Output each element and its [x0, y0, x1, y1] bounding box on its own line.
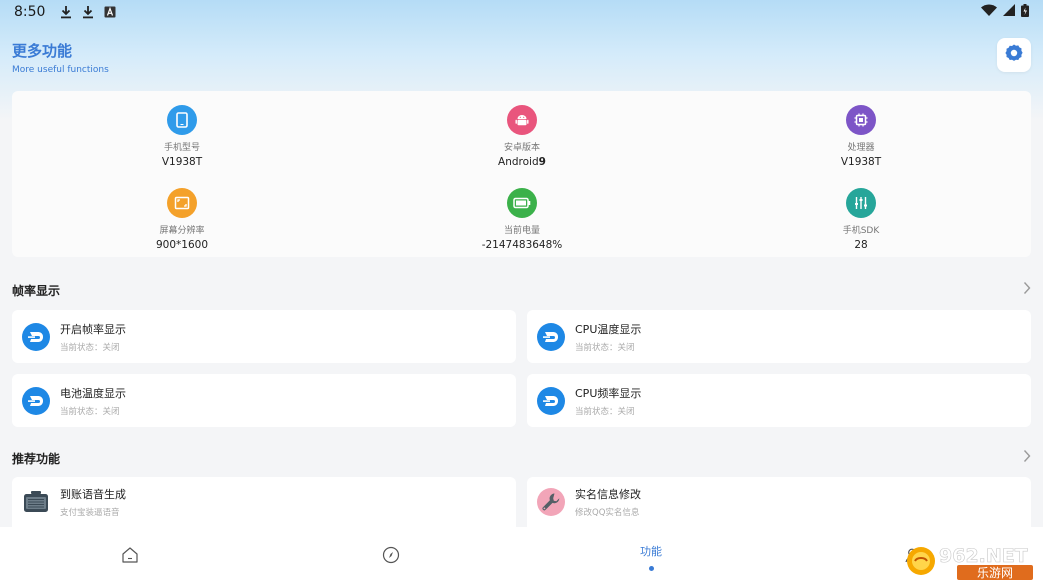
card-status: 当前状态：关闭 — [575, 342, 635, 353]
section-title-recommended: 推荐功能 — [12, 452, 61, 466]
page-title: 更多功能 — [12, 42, 73, 60]
status-bar: 8:50 — [0, 0, 1043, 24]
card-cpu-temp[interactable]: CPU温度显示 当前状态：关闭 — [527, 310, 1031, 363]
chevron-right-icon[interactable] — [1023, 281, 1031, 299]
nav-discover[interactable] — [341, 527, 441, 587]
chip-icon — [846, 105, 876, 135]
card-status: 当前状态：关闭 — [60, 342, 120, 353]
watermark-logo: 962.NET 乐游网 — [905, 540, 1035, 582]
nav-functions-label: 功能 — [640, 545, 662, 558]
card-payment-voice[interactable]: 到账语音生成 支付宝装逼语音 — [12, 477, 516, 527]
wifi-icon — [981, 4, 997, 20]
card-fps-toggle[interactable]: 开启帧率显示 当前状态：关闭 — [12, 310, 516, 363]
info-label: 手机SDK — [842, 226, 880, 236]
dash-icon — [22, 386, 50, 415]
android-version-number: 9 — [538, 156, 546, 168]
bottom-nav: 功能 — [0, 527, 1043, 587]
battery-status-icon — [1021, 3, 1029, 21]
page-header: 更多功能 More useful functions — [12, 40, 109, 75]
info-phone-model: 手机型号 V1938T — [82, 105, 282, 168]
device-info-panel: 手机型号 V1938T 安卓版本 Android9 处理器 V1938T 屏幕分… — [12, 91, 1031, 257]
phone-icon — [167, 105, 197, 135]
info-value: V1938T — [840, 156, 882, 168]
wrench-icon — [537, 488, 565, 516]
card-text: CPU频率显示 当前状态：关闭 — [575, 385, 641, 417]
card-status: 当前状态：关闭 — [575, 406, 635, 417]
gear-icon — [1004, 43, 1024, 67]
download-icon — [59, 4, 73, 20]
info-label: 屏幕分辨率 — [159, 226, 205, 236]
info-value: 900*1600 — [155, 239, 208, 251]
compass-icon — [382, 546, 400, 568]
dash-icon — [537, 386, 565, 415]
nav-home[interactable] — [80, 527, 180, 587]
radio-icon — [22, 488, 50, 516]
battery-icon — [507, 188, 537, 218]
svg-text:962.NET: 962.NET — [939, 545, 1028, 567]
android-icon — [507, 105, 537, 135]
download-icon — [81, 4, 95, 20]
chevron-right-icon[interactable] — [1023, 449, 1031, 467]
card-title: CPU温度显示 — [575, 322, 642, 336]
card-cpu-frequency[interactable]: CPU频率显示 当前状态：关闭 — [527, 374, 1031, 427]
card-realname-edit[interactable]: 实名信息修改 修改QQ实名信息 — [527, 477, 1031, 527]
home-icon — [121, 546, 139, 568]
card-title: 电池温度显示 — [60, 386, 126, 400]
info-label: 手机型号 — [163, 143, 200, 153]
card-battery-temp[interactable]: 电池温度显示 当前状态：关闭 — [12, 374, 516, 427]
info-value: Android9 — [422, 156, 622, 168]
card-title: 开启帧率显示 — [60, 322, 126, 336]
card-title: CPU频率显示 — [575, 386, 642, 400]
info-battery-level: 当前电量 -2147483648% — [422, 188, 622, 251]
card-status: 支付宝装逼语音 — [60, 508, 120, 518]
android-text: Android — [498, 156, 539, 168]
card-status: 当前状态：关闭 — [60, 406, 120, 417]
sliders-icon — [846, 188, 876, 218]
info-processor: 处理器 V1938T — [761, 105, 961, 168]
card-title: 实名信息修改 — [575, 488, 641, 501]
info-label: 当前电量 — [503, 226, 540, 236]
settings-button[interactable] — [997, 38, 1031, 72]
card-text: 到账语音生成 支付宝装逼语音 — [60, 486, 126, 518]
info-value: -2147483648% — [481, 239, 563, 251]
card-status: 修改QQ实名信息 — [575, 508, 640, 518]
nav-functions[interactable]: 功能 — [601, 527, 701, 587]
svg-text:乐游网: 乐游网 — [977, 566, 1013, 580]
status-right — [981, 3, 1029, 21]
signal-icon — [1003, 4, 1015, 20]
info-label: 处理器 — [847, 143, 875, 153]
info-label: 安卓版本 — [503, 143, 540, 153]
info-screen-resolution: 屏幕分辨率 900*1600 — [82, 188, 282, 251]
info-value: V1938T — [161, 156, 203, 168]
keyboard-a-icon — [103, 4, 117, 20]
active-indicator-dot — [648, 566, 654, 571]
info-phone-sdk: 手机SDK 28 — [761, 188, 961, 251]
status-time: 8:50 — [14, 4, 46, 20]
card-text: 电池温度显示 当前状态：关闭 — [60, 385, 126, 417]
dash-icon — [537, 322, 565, 351]
page-subtitle: More useful functions — [12, 65, 109, 75]
dash-icon — [22, 322, 50, 351]
card-text: 实名信息修改 修改QQ实名信息 — [575, 486, 641, 518]
card-title: 到账语音生成 — [60, 488, 126, 501]
section-title-frame-rate: 帧率显示 — [12, 284, 61, 298]
info-value: 28 — [854, 239, 868, 251]
card-text: CPU温度显示 当前状态：关闭 — [575, 321, 641, 353]
screen-resolution-icon — [167, 188, 197, 218]
card-text: 开启帧率显示 当前状态：关闭 — [60, 321, 126, 353]
info-android-version: 安卓版本 Android9 — [422, 105, 622, 168]
